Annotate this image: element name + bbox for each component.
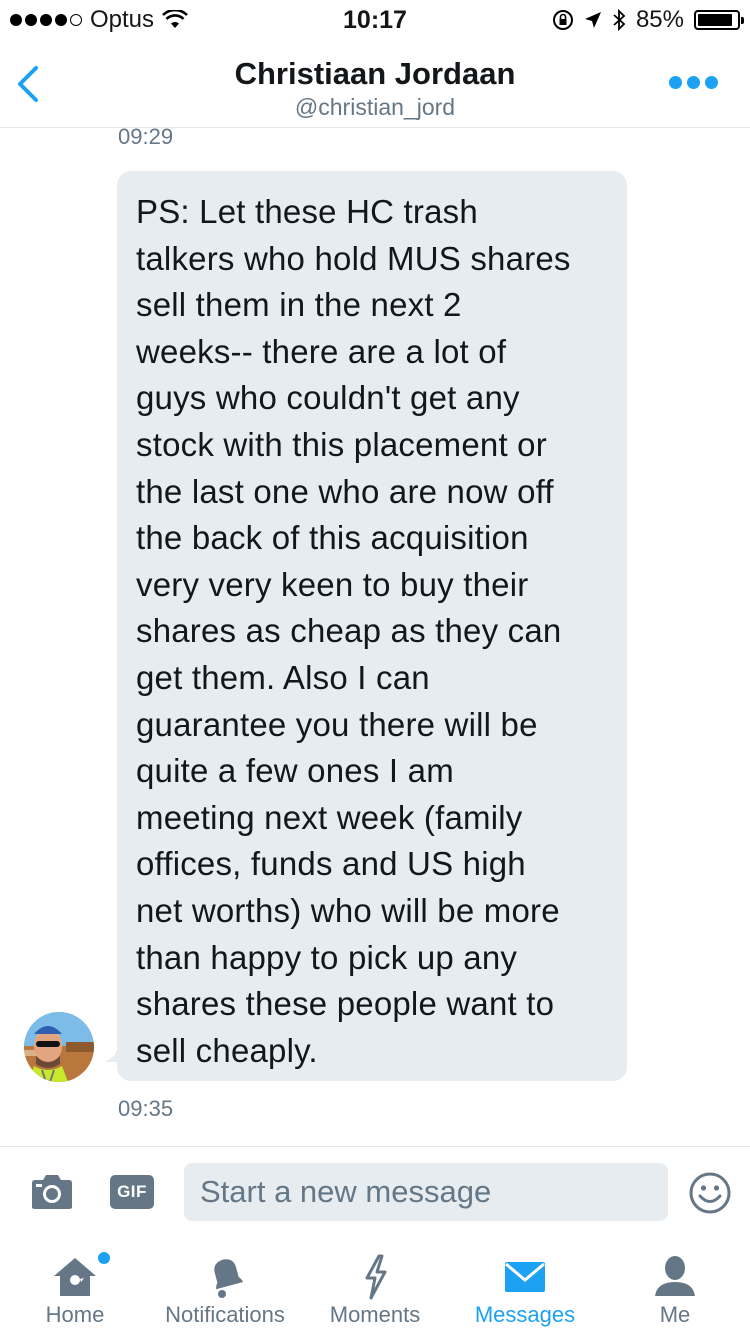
message-text-line: than happy to pick up any	[136, 938, 518, 976]
tab-messages[interactable]: Messages	[450, 1238, 600, 1334]
bubble-tail	[104, 1046, 126, 1062]
message-text-line: shares these people want to	[136, 985, 555, 1023]
tab-moments[interactable]: Moments	[300, 1238, 450, 1334]
message-timestamp: 09:35	[118, 1096, 174, 1121]
status-right: 85%	[552, 6, 744, 34]
status-bar: Optus 10:17 85%	[0, 0, 750, 40]
contact-name[interactable]: Christiaan Jordaan	[0, 56, 750, 92]
more-options-icon[interactable]	[669, 76, 718, 89]
tab-me[interactable]: Me	[600, 1238, 750, 1334]
message-text-line: guarantee you there will be	[136, 705, 538, 743]
tab-me-label: Me	[659, 1302, 691, 1327]
message-text-line: PS: Let these HC trash	[136, 193, 478, 230]
rotation-lock-icon	[552, 10, 573, 30]
bluetooth-icon	[613, 8, 626, 32]
message-text-line: talkers who hold MUS shares	[136, 239, 571, 277]
message-text-line: meeting next week (family	[136, 798, 523, 836]
conversation-header: Christiaan Jordaan @christian_jord	[0, 40, 750, 128]
battery-icon	[694, 10, 744, 30]
message-timestamp-top: 09:29	[118, 124, 174, 149]
message-text-line: very very keen to buy their	[136, 565, 529, 603]
battery-percent: 85%	[635, 6, 684, 33]
message-text-line: get them. Also I can	[136, 658, 430, 696]
message-text-line: guys who couldn't get any	[136, 379, 520, 417]
home-notification-dot	[96, 1250, 112, 1266]
message-text-line: stock with this placement or	[136, 425, 547, 463]
location-arrow-icon	[584, 12, 601, 28]
message-text-line: weeks-- there are a lot of	[136, 332, 507, 370]
message-text-line: the last one who are now off	[136, 472, 554, 510]
gif-button[interactable]: GIF	[110, 1175, 154, 1209]
envelope-icon	[505, 1262, 545, 1292]
message-text-line: net worths) who will be more	[136, 891, 560, 929]
tab-home[interactable]: Home	[0, 1238, 150, 1334]
compose-bar: GIF	[0, 1146, 750, 1238]
avatar[interactable]	[24, 1012, 94, 1082]
message-input[interactable]	[184, 1163, 668, 1221]
tab-bar: Home Notifications Moments Messages Me	[0, 1238, 750, 1334]
message-text-line: sell cheaply.	[136, 1031, 318, 1069]
message-text-line: quite a few ones I am	[136, 752, 454, 790]
person-icon	[655, 1256, 695, 1296]
message-text-line: the back of this acquisition	[136, 519, 529, 557]
message-text-line: offices, funds and US high	[136, 845, 526, 883]
camera-icon[interactable]	[30, 1173, 74, 1211]
home-icon	[54, 1258, 96, 1296]
message-bubble[interactable]: PS: Let these HC trash talkers who hold M…	[117, 171, 627, 1081]
bell-icon	[214, 1259, 244, 1298]
avatar-photo	[24, 1012, 94, 1082]
emoji-icon[interactable]	[688, 1171, 732, 1215]
lightning-icon	[365, 1254, 387, 1300]
tab-notifications[interactable]: Notifications	[150, 1238, 300, 1334]
message-text-line: sell them in the next 2	[136, 286, 462, 324]
message-text-line: shares as cheap as they can	[136, 612, 562, 650]
contact-handle: @christian_jord	[294, 94, 456, 120]
